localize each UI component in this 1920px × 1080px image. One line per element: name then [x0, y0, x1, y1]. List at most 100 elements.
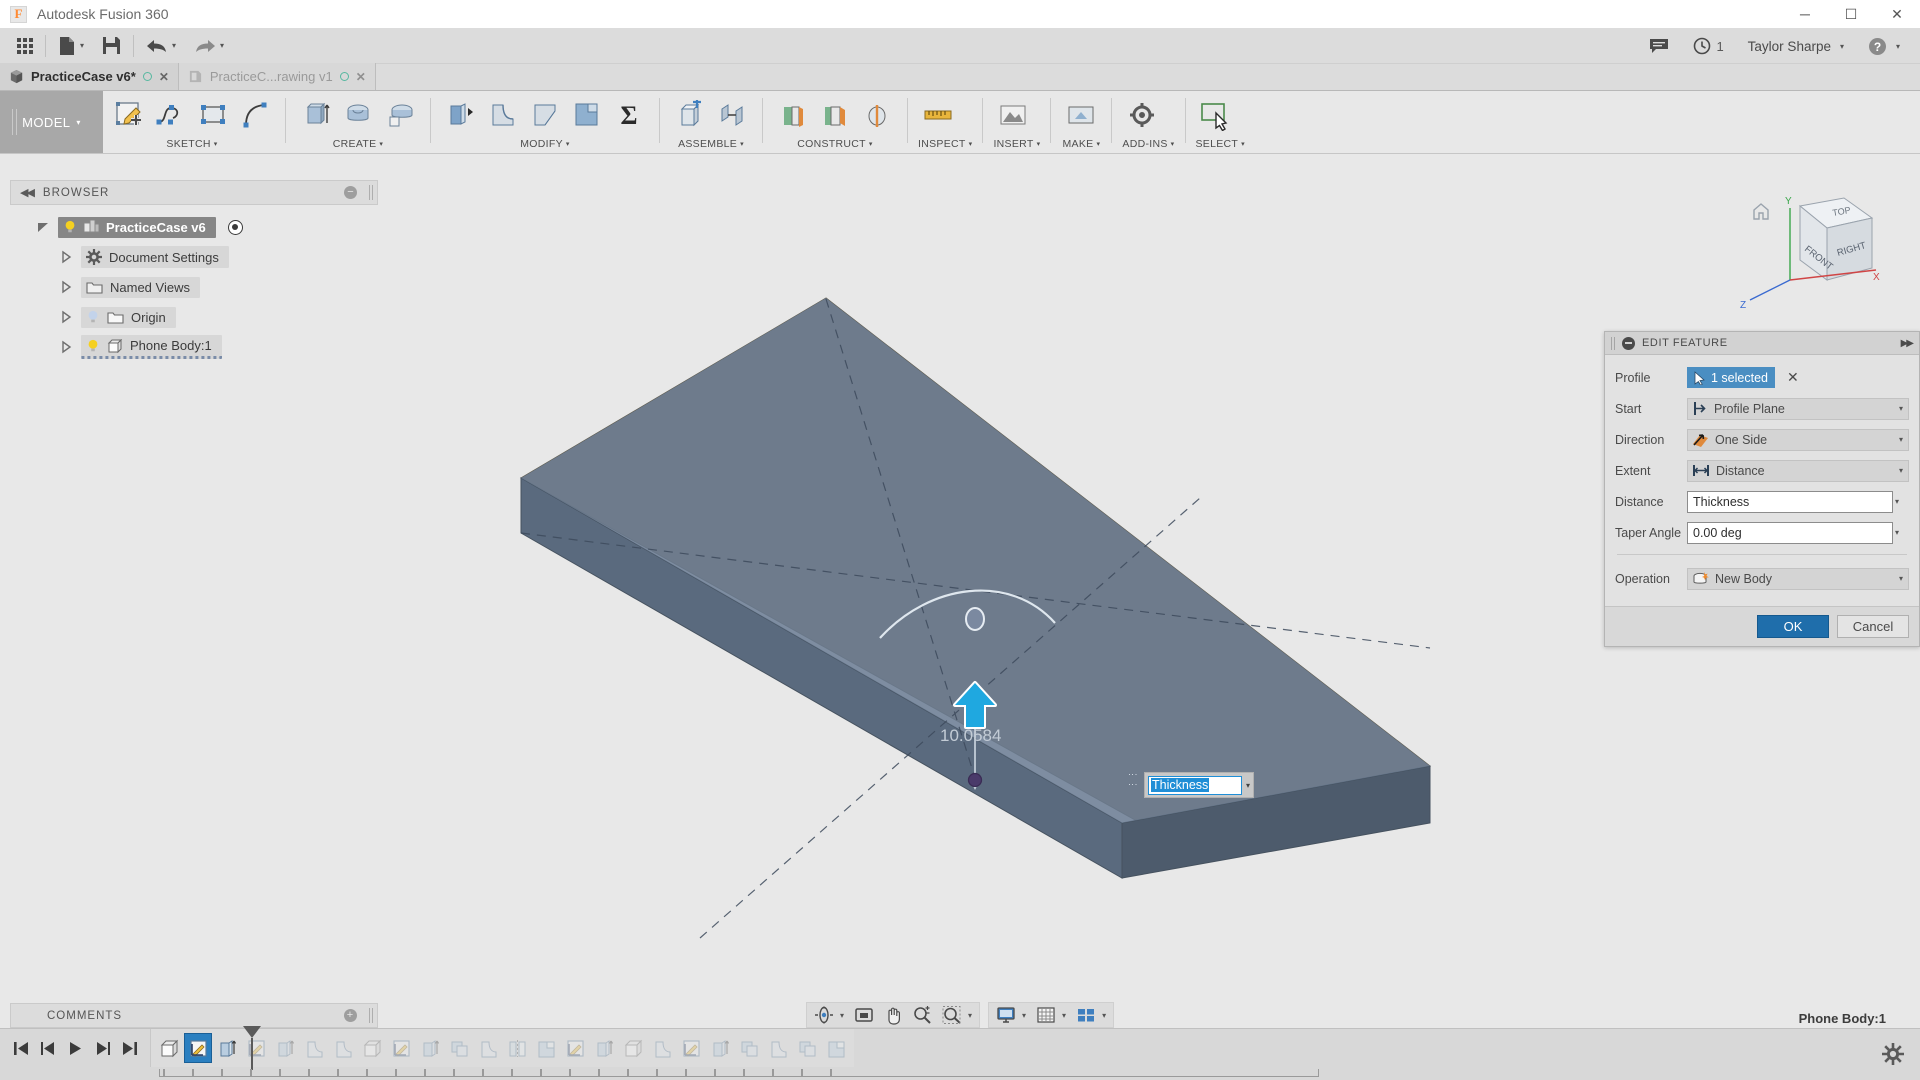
ribbon-group-label-create[interactable]: CREATE ▾ — [296, 137, 420, 151]
timeline-feature-combine[interactable] — [735, 1033, 763, 1063]
timeline-feature-extrude[interactable] — [271, 1033, 299, 1063]
timeline-feature-extrude[interactable] — [416, 1033, 444, 1063]
zoom-button[interactable] — [908, 1003, 937, 1027]
cancel-button[interactable]: Cancel — [1837, 615, 1909, 638]
extent-dropdown[interactable]: Distance ▾ — [1687, 459, 1909, 482]
chevron-down-icon[interactable]: ▾ — [1246, 781, 1250, 790]
chevron-down-icon[interactable]: ▾ — [1895, 528, 1899, 537]
tool-revolve[interactable] — [338, 95, 378, 135]
start-dropdown[interactable]: Profile Plane ▾ — [1687, 397, 1909, 420]
redo-button[interactable]: ▾ — [185, 31, 233, 61]
clear-selection-icon[interactable]: ✕ — [1787, 369, 1799, 386]
ribbon-group-label-make[interactable]: MAKE ▾ — [1061, 137, 1101, 151]
timeline-feature-fillet[interactable] — [474, 1033, 502, 1063]
edit-feature-dialog[interactable]: EDIT FEATURE ▶▶ Profile 1 selected ✕ Sta… — [1604, 331, 1920, 647]
timeline-feature-shell[interactable] — [822, 1033, 850, 1063]
profile-selection-button[interactable]: 1 selected — [1687, 367, 1775, 388]
grip-handle[interactable] — [1611, 336, 1615, 350]
operation-dropdown[interactable]: New Body ▾ — [1687, 567, 1909, 590]
maximize-button[interactable]: ☐ — [1828, 0, 1874, 28]
ribbon-group-label-construct[interactable]: CONSTRUCT ▾ — [773, 137, 897, 151]
timeline-feature-fillet[interactable] — [648, 1033, 676, 1063]
collapse-icon[interactable] — [1622, 336, 1635, 350]
visibility-bulb-icon[interactable] — [86, 310, 100, 324]
pan-button[interactable] — [879, 1003, 908, 1027]
expand-right-icon[interactable]: ▶▶ — [1901, 338, 1914, 349]
taper-angle-input[interactable]: 0.00 deg — [1687, 521, 1893, 544]
tool-axis[interactable] — [857, 95, 897, 135]
tool-3d-print[interactable] — [1061, 95, 1101, 135]
tree-item-origin[interactable]: Origin — [12, 302, 392, 332]
tool-rectangle[interactable] — [193, 95, 233, 135]
ribbon-group-label-modify[interactable]: MODIFY ▾ — [441, 137, 649, 151]
expander-closed-icon[interactable] — [57, 310, 75, 324]
tool-new-component[interactable] — [670, 95, 710, 135]
timeline-feature-sketch[interactable] — [387, 1033, 415, 1063]
new-document-button[interactable]: ▾ — [49, 31, 93, 61]
tool-extrude[interactable] — [296, 95, 336, 135]
ribbon-group-label-addins[interactable]: ADD-INS ▾ — [1122, 137, 1174, 151]
timeline-feature-body[interactable] — [358, 1033, 386, 1063]
timeline-feature-fillet[interactable] — [329, 1033, 357, 1063]
ok-button[interactable]: OK — [1757, 615, 1829, 638]
collapse-left-icon[interactable]: ◀◀ — [20, 186, 35, 199]
ribbon-group-label-select[interactable]: SELECT ▾ — [1196, 137, 1245, 151]
timeline-track[interactable] — [150, 1026, 1319, 1077]
tool-scripts-addins[interactable] — [1122, 95, 1162, 135]
timeline-feature-extrude[interactable] — [590, 1033, 618, 1063]
tool-measure[interactable] — [918, 95, 958, 135]
expander-open-icon[interactable] — [34, 220, 52, 234]
visibility-bulb-icon[interactable] — [86, 339, 100, 353]
timeline-marker[interactable] — [243, 1026, 261, 1038]
timeline-feature-extrude[interactable] — [706, 1033, 734, 1063]
expander-closed-icon[interactable] — [57, 340, 75, 354]
go-to-end-button[interactable] — [116, 1032, 142, 1064]
minimize-icon[interactable]: − — [344, 186, 357, 199]
input-drag-handle[interactable]: ⋮⋮ — [1128, 770, 1138, 790]
timeline-feature-fillet[interactable] — [764, 1033, 792, 1063]
minimize-button[interactable]: ─ — [1782, 0, 1828, 28]
go-to-beginning-button[interactable] — [8, 1032, 34, 1064]
timeline-feature-combine[interactable] — [445, 1033, 473, 1063]
tool-fillet[interactable] — [483, 95, 523, 135]
jobs-status-button[interactable]: 1 — [1683, 31, 1733, 61]
tool-parameters[interactable]: Σ — [609, 95, 649, 135]
tool-joint[interactable] — [712, 95, 752, 135]
timeline-feature-fillet[interactable] — [300, 1033, 328, 1063]
grid-snaps-button[interactable]: ▾ — [1031, 1003, 1071, 1027]
tool-plane-at-angle[interactable] — [815, 95, 855, 135]
timeline-feature-sketch[interactable] — [677, 1033, 705, 1063]
tree-item-named-views[interactable]: Named Views — [12, 272, 392, 302]
tool-insert-mesh[interactable] — [993, 95, 1033, 135]
play-button[interactable] — [62, 1032, 88, 1064]
ribbon-group-label-assemble[interactable]: ASSEMBLE ▾ — [670, 137, 752, 151]
tool-select[interactable] — [1196, 95, 1236, 135]
tool-arc[interactable] — [235, 95, 275, 135]
timeline-feature-extrude[interactable] — [213, 1033, 241, 1063]
canvas-distance-input[interactable]: Thickness ▾ — [1144, 772, 1254, 798]
distance-input[interactable]: Thickness — [1687, 490, 1893, 513]
add-icon[interactable]: + — [344, 1009, 357, 1022]
comments-button[interactable] — [1639, 31, 1679, 61]
workspace-selector[interactable]: MODEL ▾ — [0, 91, 103, 153]
close-button[interactable]: ✕ — [1874, 0, 1920, 28]
save-button[interactable] — [93, 31, 130, 61]
timeline-feature-sketch[interactable] — [184, 1033, 212, 1063]
grip-handle[interactable] — [369, 185, 373, 200]
expander-closed-icon[interactable] — [57, 280, 75, 294]
document-tab-practicecase[interactable]: PracticeCase v6* ✕ — [0, 63, 179, 90]
tool-chamfer[interactable] — [525, 95, 565, 135]
timeline-settings-button[interactable] — [1882, 1043, 1904, 1068]
view-cube[interactable]: TOP FRONT RIGHT Y X Z — [1732, 188, 1882, 328]
look-at-button[interactable] — [849, 1003, 879, 1027]
step-back-button[interactable] — [35, 1032, 61, 1064]
tool-create-sketch[interactable] — [109, 95, 149, 135]
comments-panel-header[interactable]: COMMENTS + — [10, 1003, 378, 1028]
ribbon-group-label-sketch[interactable]: SKETCH ▾ — [109, 137, 275, 151]
chevron-down-icon[interactable]: ▾ — [1895, 497, 1899, 506]
step-forward-button[interactable] — [89, 1032, 115, 1064]
grip-handle[interactable] — [369, 1008, 373, 1023]
user-menu-button[interactable]: Taylor Sharpe ▾ — [1738, 31, 1854, 61]
dialog-title-bar[interactable]: EDIT FEATURE ▶▶ — [1605, 332, 1919, 355]
ribbon-group-label-insert[interactable]: INSERT ▾ — [993, 137, 1040, 151]
